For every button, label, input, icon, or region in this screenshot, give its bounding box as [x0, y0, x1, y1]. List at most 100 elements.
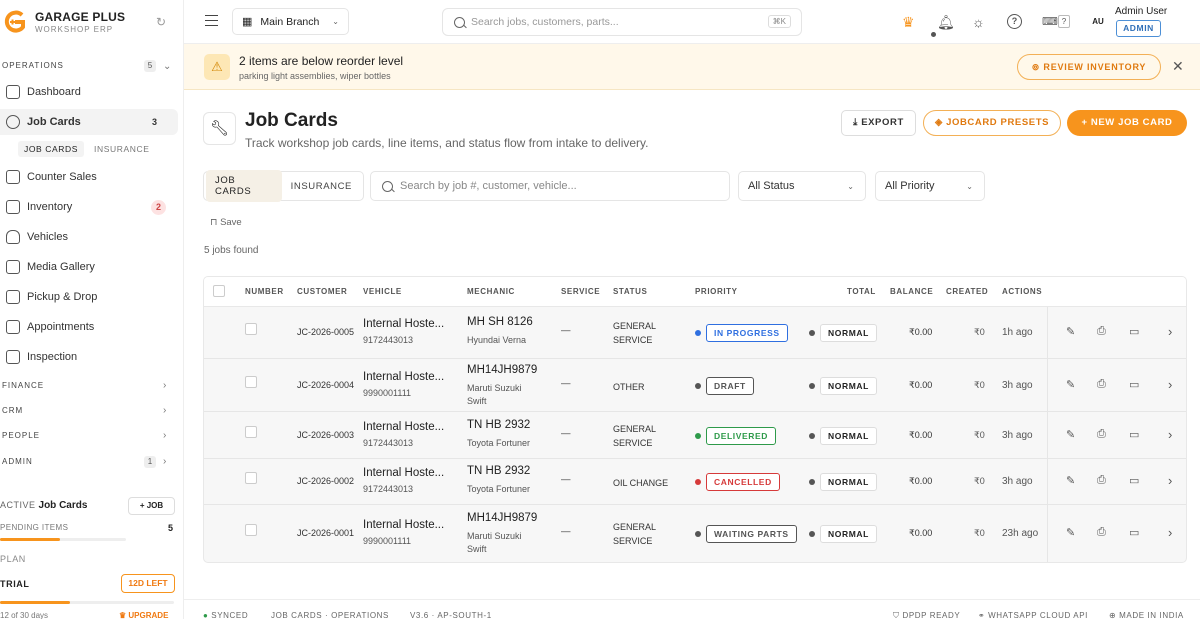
- tab-insurance[interactable]: INSURANCE: [282, 176, 361, 197]
- edit-icon[interactable]: ✎: [1066, 526, 1075, 539]
- vehicle-plate[interactable]: TN HB 2932: [467, 465, 530, 477]
- comment-icon[interactable]: ▭: [1129, 378, 1139, 391]
- close-icon[interactable]: ✕: [1172, 58, 1184, 75]
- crown-icon[interactable]: ♛: [902, 14, 915, 31]
- section-admin[interactable]: ADMIN: [2, 457, 33, 466]
- bell-icon[interactable]: 🔔︎: [937, 14, 955, 31]
- subtab-insurance[interactable]: INSURANCE: [88, 141, 155, 157]
- priority-badge[interactable]: NORMAL: [820, 376, 877, 395]
- status-badge[interactable]: DELIVERED: [706, 426, 777, 445]
- sidebar-item-media-gallery[interactable]: Media Gallery: [0, 254, 178, 280]
- row-checkbox[interactable]: [245, 524, 257, 536]
- print-icon[interactable]: ⎙: [1097, 526, 1106, 539]
- priority-filter-select[interactable]: All Priority ⌄: [875, 171, 985, 201]
- vehicle-plate[interactable]: MH14JH9879: [467, 512, 537, 524]
- priority-badge[interactable]: NORMAL: [820, 525, 877, 543]
- print-icon[interactable]: ⎙: [1097, 378, 1106, 391]
- sidebar-item-job-cards[interactable]: Job Cards 3: [0, 109, 178, 135]
- help-icon[interactable]: ?: [1007, 14, 1022, 29]
- chevron-right-icon[interactable]: ›: [1168, 473, 1172, 488]
- export-button[interactable]: ⤓ EXPORT: [841, 110, 916, 136]
- sidebar-item-inspection[interactable]: Inspection: [0, 344, 178, 370]
- branch-selector[interactable]: ▦ Main Branch ⌄: [232, 8, 349, 35]
- subtab-job-cards[interactable]: JOB CARDS: [18, 141, 85, 157]
- vehicle-plate[interactable]: TN HB 2932: [467, 419, 530, 431]
- status-badge[interactable]: DRAFT: [706, 376, 754, 395]
- row-checkbox[interactable]: [245, 472, 257, 484]
- edit-icon[interactable]: ✎: [1066, 428, 1075, 441]
- col-service[interactable]: SERVICE: [561, 287, 600, 296]
- print-icon[interactable]: ⎙: [1097, 325, 1106, 338]
- print-icon[interactable]: ⎙: [1097, 474, 1106, 487]
- customer-name[interactable]: Internal Hoste...: [363, 371, 444, 383]
- job-number[interactable]: JC-2026-0003: [297, 430, 354, 440]
- comment-icon[interactable]: ▭: [1129, 526, 1139, 539]
- section-people[interactable]: PEOPLE: [2, 431, 40, 440]
- col-status[interactable]: STATUS: [613, 287, 647, 296]
- edit-icon[interactable]: ✎: [1066, 325, 1075, 338]
- keyboard-icon[interactable]: ⌨: [1042, 15, 1058, 28]
- table-row[interactable]: JC-2026-0005 Internal Hoste... 917244301…: [204, 307, 1186, 359]
- row-checkbox[interactable]: [245, 323, 257, 335]
- customer-name[interactable]: Internal Hoste...: [363, 519, 444, 531]
- avatar[interactable]: AU: [1087, 13, 1109, 30]
- chevron-right-icon[interactable]: ›: [163, 456, 166, 467]
- comment-icon[interactable]: ▭: [1129, 428, 1139, 441]
- customer-name[interactable]: Internal Hoste...: [363, 467, 444, 479]
- col-customer[interactable]: CUSTOMER: [297, 287, 347, 296]
- priority-badge[interactable]: NORMAL: [820, 324, 877, 342]
- add-job-button[interactable]: + JOB: [128, 497, 175, 515]
- sidebar-item-counter-sales[interactable]: Counter Sales: [0, 164, 178, 190]
- table-row[interactable]: JC-2026-0002 Internal Hoste... 917244301…: [204, 459, 1186, 505]
- edit-icon[interactable]: ✎: [1066, 378, 1075, 391]
- row-checkbox[interactable]: [245, 375, 257, 388]
- table-row[interactable]: JC-2026-0003 Internal Hoste... 917244301…: [204, 412, 1186, 459]
- chevron-right-icon[interactable]: ›: [1168, 324, 1172, 339]
- comment-icon[interactable]: ▭: [1129, 474, 1139, 487]
- print-icon[interactable]: ⎙: [1097, 428, 1106, 441]
- section-crm[interactable]: CRM: [2, 406, 23, 415]
- sidebar-item-dashboard[interactable]: Dashboard: [0, 79, 178, 105]
- priority-badge[interactable]: NORMAL: [820, 426, 877, 445]
- col-balance[interactable]: BALANCE: [890, 287, 933, 296]
- chevron-right-icon[interactable]: ›: [163, 405, 166, 416]
- chevron-down-icon[interactable]: ⌄: [163, 61, 171, 72]
- menu-icon[interactable]: [205, 15, 218, 26]
- table-row[interactable]: JC-2026-0001 Internal Hoste... 999000111…: [204, 505, 1186, 562]
- global-search-input[interactable]: Search jobs, customers, parts... ⌘K: [442, 8, 802, 36]
- col-created[interactable]: CREATED: [946, 287, 988, 296]
- customer-name[interactable]: Internal Hoste...: [363, 421, 444, 433]
- new-job-card-button[interactable]: + NEW JOB CARD: [1067, 110, 1187, 136]
- jobcard-presets-button[interactable]: ◈ JOBCARD PRESETS: [923, 110, 1061, 136]
- sidebar-item-vehicles[interactable]: Vehicles: [0, 224, 178, 250]
- customer-name[interactable]: Internal Hoste...: [363, 318, 444, 330]
- col-vehicle[interactable]: VEHICLE: [363, 287, 402, 296]
- refresh-icon[interactable]: ↻: [156, 15, 166, 29]
- upgrade-link[interactable]: ♛ UPGRADE: [119, 611, 168, 619]
- section-operations[interactable]: OPERATIONS: [2, 61, 64, 70]
- sidebar-item-inventory[interactable]: Inventory 2: [0, 194, 178, 220]
- vehicle-plate[interactable]: MH14JH9879: [467, 364, 537, 376]
- status-filter-select[interactable]: All Status ⌄: [738, 171, 866, 201]
- vehicle-plate[interactable]: MH SH 8126: [467, 316, 533, 328]
- priority-badge[interactable]: NORMAL: [820, 473, 877, 491]
- tab-job-cards[interactable]: JOB CARDS: [206, 170, 282, 202]
- job-number[interactable]: JC-2026-0002: [297, 476, 354, 486]
- job-number[interactable]: JC-2026-0001: [297, 528, 354, 538]
- section-finance[interactable]: FINANCE: [2, 381, 44, 390]
- job-search-input[interactable]: Search by job #, customer, vehicle...: [370, 171, 730, 201]
- row-checkbox[interactable]: [245, 425, 257, 438]
- col-total[interactable]: TOTAL: [847, 287, 876, 296]
- chevron-right-icon[interactable]: ›: [163, 430, 166, 441]
- review-inventory-button[interactable]: ⊚ REVIEW INVENTORY: [1017, 54, 1161, 80]
- sun-icon[interactable]: ☼: [972, 14, 985, 30]
- select-all-checkbox[interactable]: [213, 285, 225, 297]
- edit-icon[interactable]: ✎: [1066, 474, 1075, 487]
- col-mechanic[interactable]: MECHANIC: [467, 287, 515, 296]
- col-priority[interactable]: PRIORITY: [695, 287, 738, 296]
- status-badge[interactable]: CANCELLED: [706, 473, 780, 491]
- status-badge[interactable]: WAITING PARTS: [706, 525, 797, 543]
- chevron-right-icon[interactable]: ›: [1168, 377, 1172, 392]
- chevron-right-icon[interactable]: ›: [163, 380, 166, 391]
- sidebar-item-pickup-drop[interactable]: Pickup & Drop: [0, 284, 178, 310]
